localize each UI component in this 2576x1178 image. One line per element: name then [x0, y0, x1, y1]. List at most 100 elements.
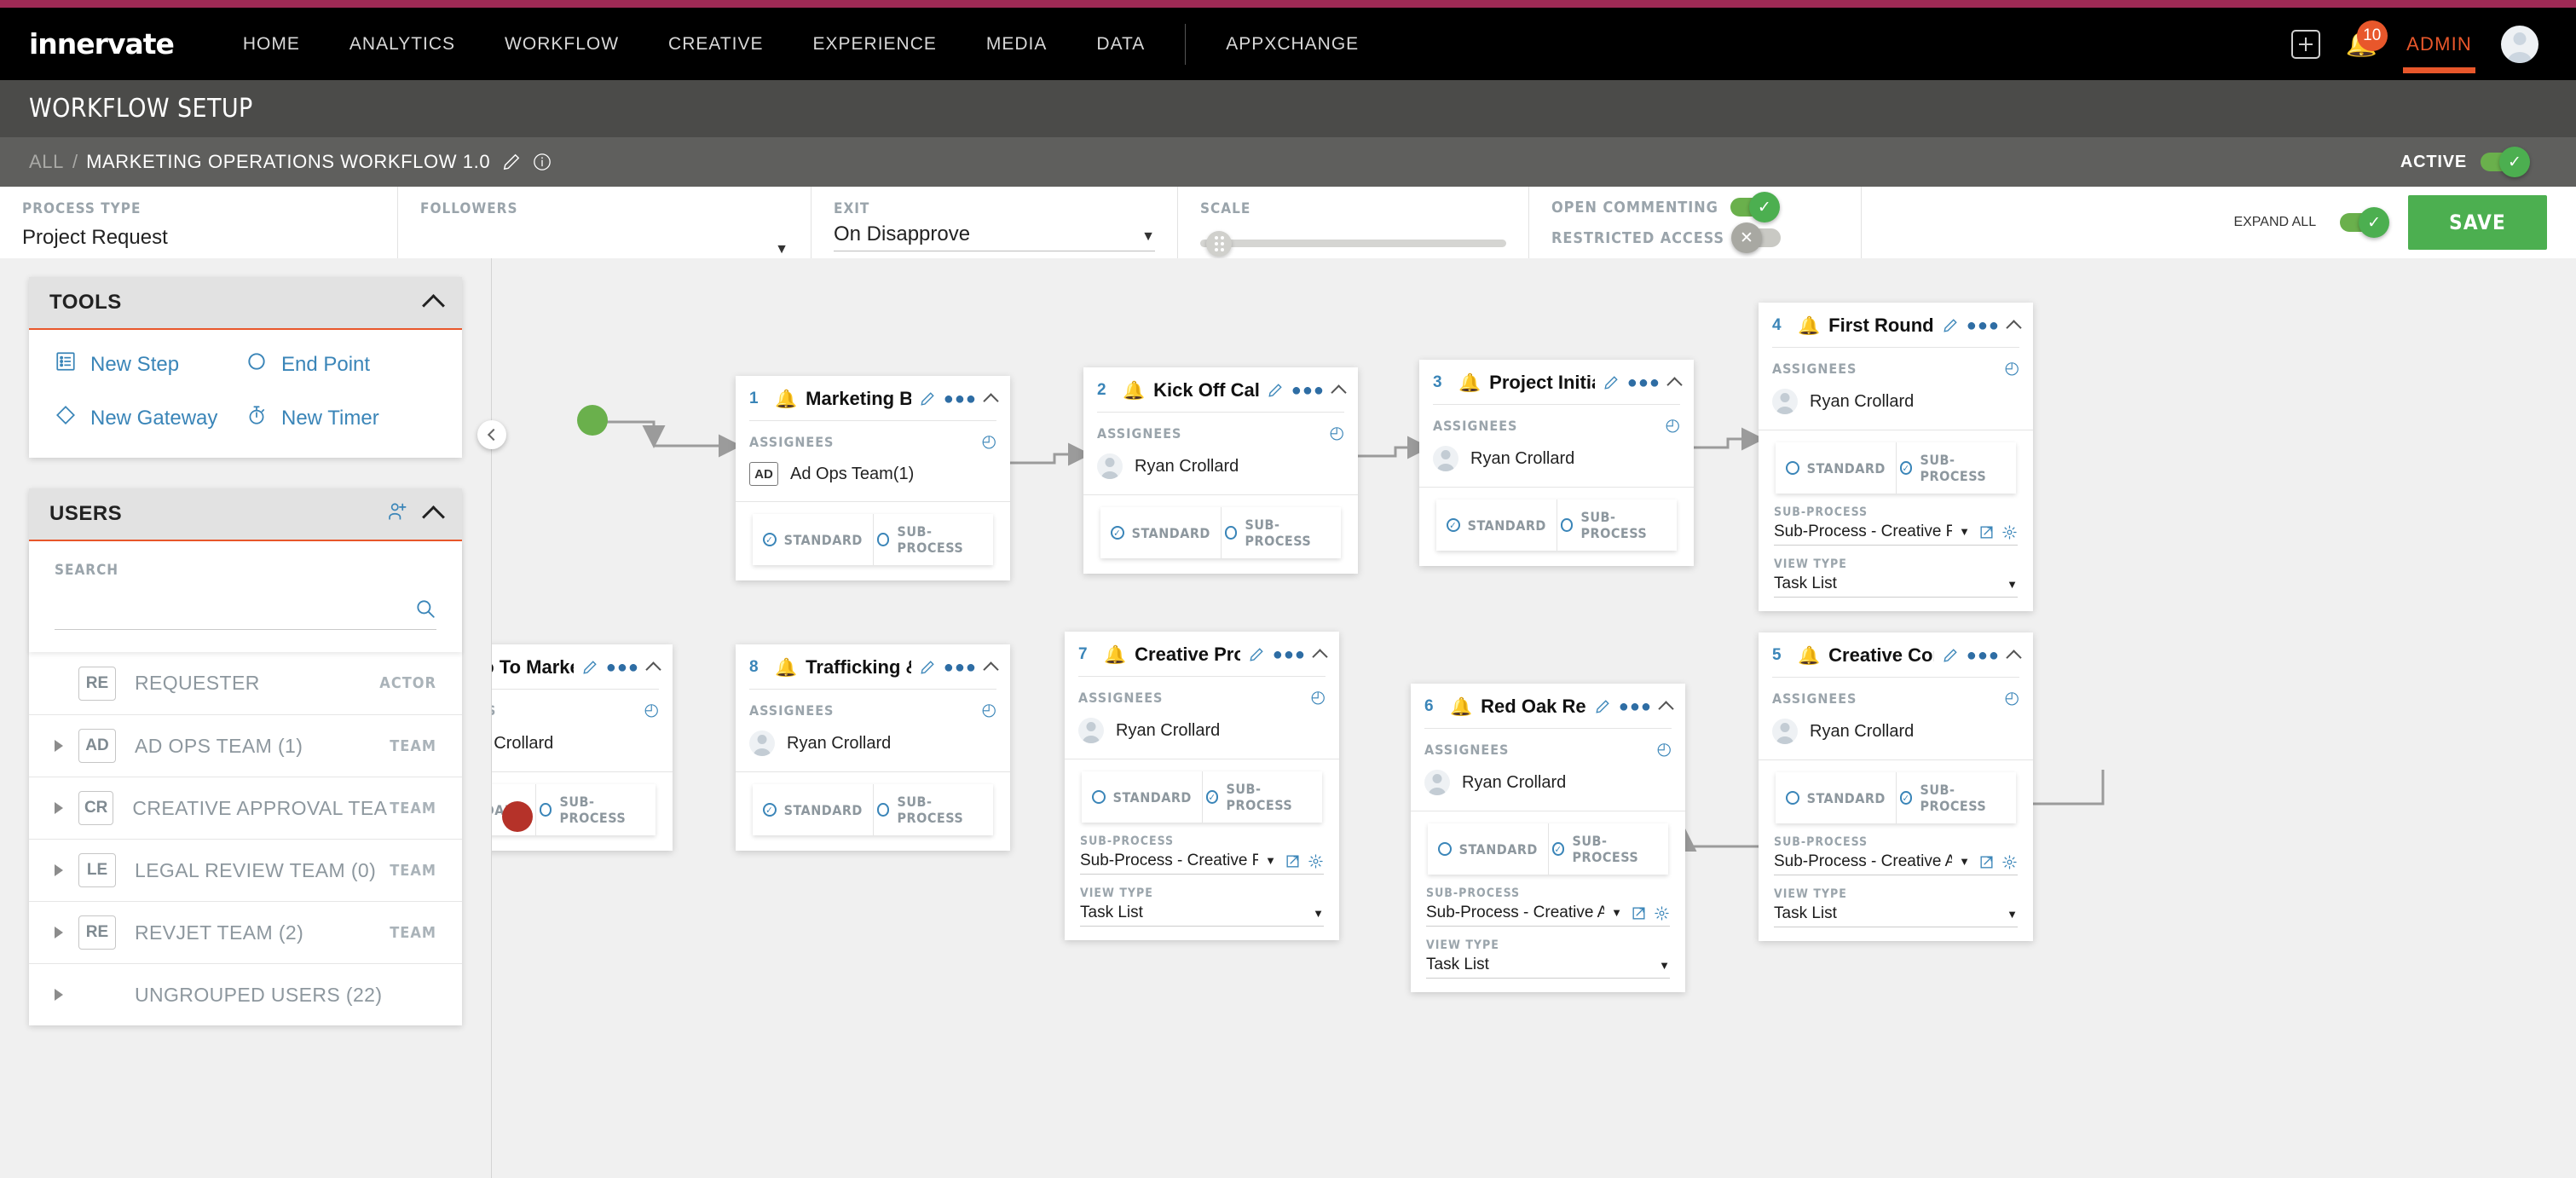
scale-field[interactable]: SCALE: [1177, 187, 1528, 258]
save-button[interactable]: SAVE: [2408, 195, 2547, 250]
chevron-down-icon[interactable]: ▼: [1659, 959, 1670, 972]
mode-subprocess-option[interactable]: SUB-PROCESS: [1895, 442, 2017, 494]
mode-subprocess-option[interactable]: SUB-PROCESS: [1895, 772, 2017, 823]
workflow-node[interactable]: 3 🔔 Project Initiation ●●● ASSIGNEES ◴ R…: [1419, 360, 1694, 566]
bell-icon[interactable]: 🔔: [1450, 698, 1472, 716]
expand-all-toggle[interactable]: ✓: [2340, 207, 2390, 238]
chevron-down-icon[interactable]: ▼: [1313, 907, 1324, 920]
mode-subprocess-option[interactable]: SUB-PROCESS: [1547, 823, 1669, 875]
clock-icon[interactable]: ◴: [1666, 417, 1680, 434]
bell-icon[interactable]: 🔔: [1123, 382, 1145, 400]
pencil-icon[interactable]: [1268, 383, 1283, 398]
pencil-icon[interactable]: [920, 660, 935, 675]
clock-icon[interactable]: ◴: [1657, 741, 1672, 758]
mode-standard-option[interactable]: STANDARD: [1436, 499, 1557, 551]
pencil-icon[interactable]: [1943, 648, 1958, 663]
scale-slider-handle[interactable]: [1206, 230, 1232, 257]
open-external-icon[interactable]: [1978, 524, 1995, 540]
pencil-icon[interactable]: [1595, 699, 1610, 714]
process-type-field[interactable]: PROCESS TYPE Project Request: [0, 187, 397, 258]
more-options-icon[interactable]: ●●●: [1967, 317, 2000, 334]
chevron-up-icon[interactable]: [1331, 384, 1347, 401]
nav-item-creative[interactable]: CREATIVE: [644, 8, 788, 80]
gear-icon[interactable]: [2001, 524, 2018, 540]
admin-menu[interactable]: ADMIN: [2403, 8, 2475, 80]
nav-item-data[interactable]: DATA: [1071, 8, 1170, 80]
chevron-down-icon[interactable]: ▼: [1952, 525, 1977, 540]
open-commenting-toggle[interactable]: ✓: [1730, 192, 1780, 222]
clock-icon[interactable]: ◴: [1330, 424, 1344, 442]
bell-icon[interactable]: 🔔: [775, 659, 797, 677]
more-options-icon[interactable]: ●●●: [944, 659, 977, 676]
mode-standard-option[interactable]: STANDARD: [1776, 442, 1896, 494]
expand-triangle-icon[interactable]: [55, 927, 63, 938]
pencil-icon[interactable]: [502, 153, 521, 171]
pencil-icon[interactable]: [1249, 647, 1264, 662]
tool-end-point[interactable]: End Point: [245, 350, 436, 378]
list-item[interactable]: AD AD OPS TEAM (1) TEAM: [29, 714, 462, 777]
nav-item-workflow[interactable]: WORKFLOW: [480, 8, 644, 80]
mode-standard-option[interactable]: STANDARD: [1100, 507, 1221, 558]
list-item[interactable]: CR CREATIVE APPROVAL TEA… TEAM: [29, 777, 462, 839]
sub-process-select[interactable]: Sub-Process - Creative Approval ▼: [1426, 904, 1670, 927]
info-icon[interactable]: [533, 153, 552, 171]
followers-field[interactable]: FOLLOWERS ▼: [397, 187, 811, 264]
workflow-node[interactable]: 5 🔔 Creative Concept … ●●● ASSIGNEES ◴ R…: [1759, 632, 2033, 941]
sub-process-select[interactable]: Sub-Process - Creative Request ▼: [1774, 523, 2018, 546]
chevron-up-icon[interactable]: [422, 294, 445, 317]
view-type-select[interactable]: Task List ▼: [1774, 575, 2018, 598]
more-options-icon[interactable]: ●●●: [1273, 646, 1306, 663]
list-item[interactable]: RE REQUESTER ACTOR: [29, 652, 462, 714]
brand-logo[interactable]: innervate: [29, 27, 175, 61]
workflow-node[interactable]: 8 🔔 Trafficking & QA ●●● ASSIGNEES ◴ Rya…: [736, 644, 1010, 851]
clock-icon[interactable]: ◴: [1311, 689, 1326, 706]
pencil-icon[interactable]: [1943, 318, 1958, 333]
start-point[interactable]: [577, 405, 608, 436]
more-options-icon[interactable]: ●●●: [606, 659, 639, 676]
mode-standard-option[interactable]: STANDARD: [753, 514, 873, 565]
expand-triangle-icon[interactable]: [55, 740, 63, 752]
chevron-up-icon[interactable]: [645, 661, 661, 678]
chevron-up-icon[interactable]: [2006, 320, 2022, 336]
open-external-icon[interactable]: [1285, 853, 1301, 869]
workflow-node[interactable]: 1 🔔 Marketing Brief Cr… ●●● ASSIGNEES ◴ …: [736, 376, 1010, 580]
chevron-down-icon[interactable]: ▼: [2007, 908, 2018, 921]
mode-standard-option[interactable]: STANDARD: [1428, 823, 1548, 875]
nav-item-media[interactable]: MEDIA: [962, 8, 1072, 80]
mode-subprocess-option[interactable]: SUB-PROCESS: [1201, 771, 1323, 823]
list-item[interactable]: LE LEGAL REVIEW TEAM (0) TEAM: [29, 839, 462, 901]
bell-icon[interactable]: 🔔: [1798, 317, 1820, 335]
pencil-icon[interactable]: [920, 391, 935, 407]
sub-process-select[interactable]: Sub-Process - Creative Request ▼: [1080, 852, 1324, 875]
chevron-down-icon[interactable]: ▼: [1604, 906, 1629, 921]
gear-icon[interactable]: [1308, 853, 1324, 869]
view-type-select[interactable]: Task List ▼: [1426, 956, 1670, 979]
open-external-icon[interactable]: [1978, 854, 1995, 870]
end-point[interactable]: [502, 801, 533, 832]
clock-icon[interactable]: ◴: [2005, 360, 2019, 377]
chevron-up-icon[interactable]: [983, 661, 999, 678]
list-item[interactable]: UNGROUPED USERS (22): [29, 963, 462, 1025]
search-input[interactable]: [55, 603, 414, 624]
restricted-access-toggle[interactable]: ✕: [1731, 222, 1781, 253]
mode-subprocess-option[interactable]: SUB-PROCESS: [1556, 499, 1678, 551]
users-panel-header[interactable]: USERS: [29, 488, 462, 541]
plus-icon[interactable]: [2290, 29, 2320, 59]
pencil-icon[interactable]: [582, 660, 598, 675]
bell-icon[interactable]: 🔔: [1458, 374, 1481, 392]
exit-field[interactable]: EXIT On Disapprove ▼: [811, 187, 1177, 258]
workflow-node[interactable]: 2 🔔 Kick Off Call ●●● ASSIGNEES ◴ Ryan C…: [1083, 367, 1358, 574]
expand-triangle-icon[interactable]: [55, 802, 63, 814]
chevron-down-icon[interactable]: ▼: [1952, 855, 1977, 869]
mode-standard-option[interactable]: STANDARD: [1082, 771, 1202, 823]
tools-panel-header[interactable]: TOOLS: [29, 277, 462, 330]
workflow-node[interactable]: 6 🔔 Red Oak Review ●●● ASSIGNEES ◴ Ryan …: [1411, 684, 1685, 992]
clock-icon[interactable]: ◴: [2005, 690, 2019, 707]
sub-process-select[interactable]: Sub-Process - Creative Approval ▼: [1774, 852, 2018, 875]
nav-item-analytics[interactable]: ANALYTICS: [325, 8, 480, 80]
pencil-icon[interactable]: [1603, 375, 1619, 390]
view-type-select[interactable]: Task List ▼: [1774, 904, 2018, 927]
view-type-select[interactable]: Task List ▼: [1080, 904, 1324, 927]
mode-subprocess-option[interactable]: SUB-PROCESS: [872, 514, 994, 565]
chevron-down-icon[interactable]: ▼: [1258, 854, 1283, 869]
